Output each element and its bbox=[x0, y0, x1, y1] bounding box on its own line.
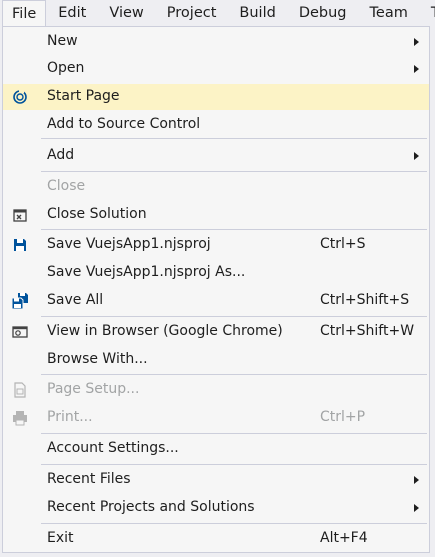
menu-debug[interactable]: Debug bbox=[287, 0, 358, 26]
menu-item-label: View in Browser (Google Chrome) bbox=[47, 323, 283, 339]
menu-item-label: Browse With... bbox=[47, 351, 148, 367]
menu-item-label: Start Page bbox=[47, 88, 120, 104]
menu-item-label: New bbox=[47, 33, 78, 49]
menu-team[interactable]: Team bbox=[358, 0, 419, 26]
menu-item-exit[interactable]: Exit Alt+F4 bbox=[3, 526, 429, 552]
menu-item-new[interactable]: New bbox=[3, 29, 429, 55]
menu-item-label: Add bbox=[47, 147, 75, 163]
menu-item-label: Close Solution bbox=[47, 206, 147, 222]
menu-item-label: Page Setup... bbox=[47, 381, 140, 397]
menu-item-save-all[interactable]: Save All Ctrl+Shift+S bbox=[3, 288, 429, 314]
menu-item-print[interactable]: Print... Ctrl+P bbox=[3, 405, 429, 431]
menu-separator bbox=[41, 374, 427, 375]
menu-separator bbox=[41, 229, 427, 230]
menu-separator bbox=[41, 433, 427, 434]
menu-item-shortcut: Ctrl+Shift+S bbox=[320, 292, 410, 308]
menu-item-label: Close bbox=[47, 178, 86, 194]
save-icon bbox=[12, 237, 28, 253]
page-setup-icon bbox=[12, 382, 28, 398]
menu-item-label: Account Settings... bbox=[47, 440, 179, 456]
menu-separator bbox=[41, 464, 427, 465]
menu-item-shortcut: Alt+F4 bbox=[320, 530, 368, 546]
menu-item-shortcut: Ctrl+S bbox=[320, 236, 366, 252]
menu-item-shortcut: Ctrl+Shift+W bbox=[320, 323, 415, 339]
menu-item-save[interactable]: Save VuejsApp1.njsproj Ctrl+S bbox=[3, 232, 429, 258]
submenu-arrow-icon bbox=[414, 65, 419, 73]
menu-item-label: Exit bbox=[47, 530, 74, 546]
menu-item-label: Save VuejsApp1.njsproj bbox=[47, 236, 211, 252]
menu-item-add-to-source-control[interactable]: Add to Source Control bbox=[3, 112, 429, 138]
menu-tools[interactable]: T bbox=[419, 0, 435, 26]
menu-item-label: Save All bbox=[47, 292, 104, 308]
menu-item-label: Open bbox=[47, 60, 85, 76]
menu-item-save-as[interactable]: Save VuejsApp1.njsproj As... bbox=[3, 260, 429, 286]
printer-icon bbox=[12, 410, 28, 426]
close-solution-icon bbox=[12, 207, 28, 223]
save-all-icon bbox=[12, 293, 28, 309]
menu-project[interactable]: Project bbox=[155, 0, 228, 26]
menu-separator bbox=[41, 171, 427, 172]
menu-item-view-in-browser[interactable]: View in Browser (Google Chrome) Ctrl+Shi… bbox=[3, 319, 429, 345]
start-page-icon bbox=[12, 89, 28, 105]
menu-item-add[interactable]: Add bbox=[3, 143, 429, 169]
menu-item-close-solution[interactable]: Close Solution bbox=[3, 202, 429, 228]
menu-item-browse-with[interactable]: Browse With... bbox=[3, 347, 429, 373]
menu-item-recent-projects[interactable]: Recent Projects and Solutions bbox=[3, 495, 429, 521]
menu-separator bbox=[41, 523, 427, 524]
submenu-arrow-icon bbox=[414, 152, 419, 160]
menu-view[interactable]: View bbox=[97, 0, 154, 26]
view-in-browser-icon bbox=[12, 324, 28, 340]
menu-item-close[interactable]: Close bbox=[3, 174, 429, 200]
menu-item-shortcut: Ctrl+P bbox=[320, 409, 366, 425]
menu-item-recent-files[interactable]: Recent Files bbox=[3, 467, 429, 493]
menu-build[interactable]: Build bbox=[227, 0, 286, 26]
menu-item-page-setup[interactable]: Page Setup... bbox=[3, 377, 429, 403]
menu-item-label: Save VuejsApp1.njsproj As... bbox=[47, 264, 246, 280]
menu-item-label: Add to Source Control bbox=[47, 116, 201, 132]
menu-item-label: Print... bbox=[47, 409, 93, 425]
menu-file[interactable]: File bbox=[2, 0, 47, 26]
menu-separator bbox=[41, 316, 427, 317]
submenu-arrow-icon bbox=[414, 476, 419, 484]
menu-bar: File Edit View Project Build Debug Team … bbox=[0, 0, 435, 26]
file-menu-dropdown: New Open Start Page Add to Source Contro… bbox=[2, 26, 430, 553]
menu-item-start-page[interactable]: Start Page bbox=[3, 84, 429, 110]
menu-item-label: Recent Files bbox=[47, 471, 131, 487]
menu-item-label: Recent Projects and Solutions bbox=[47, 499, 255, 515]
submenu-arrow-icon bbox=[414, 504, 419, 512]
menu-item-open[interactable]: Open bbox=[3, 56, 429, 82]
menu-edit[interactable]: Edit bbox=[46, 0, 97, 26]
submenu-arrow-icon bbox=[414, 38, 419, 46]
menu-item-account-settings[interactable]: Account Settings... bbox=[3, 436, 429, 462]
menu-separator bbox=[41, 138, 427, 139]
